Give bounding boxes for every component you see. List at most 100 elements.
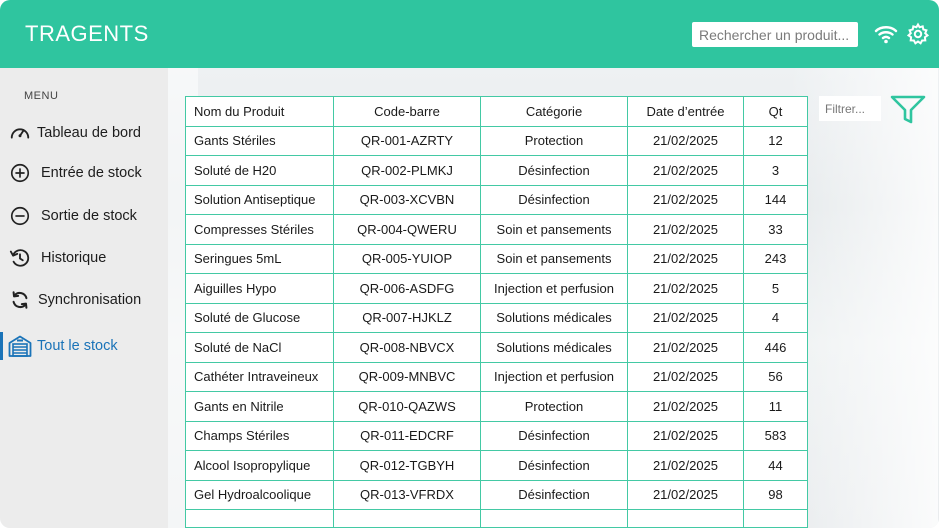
column-header-qt[interactable]: Qt (743, 96, 808, 127)
minus-circle-icon (10, 206, 30, 226)
table-row[interactable]: Cathéter Intraveineux QR-009-MNBVC Injecti… (185, 361, 808, 392)
cell-categorie: Soin et pansements (480, 214, 628, 245)
stock-table: Nom du Produit Code-barre Catégorie Date… (185, 96, 808, 528)
cell-qt: 11 (743, 391, 808, 422)
cell-date: 21/02/2025 (627, 361, 744, 392)
cell-date: 21/02/2025 (627, 214, 744, 245)
sidebar-item-tout-le-stock[interactable]: Tout le stock (0, 330, 168, 362)
cell-date: 21/02/2025 (627, 391, 744, 422)
cell-code-barre: QR-013-VFRDX (333, 479, 481, 510)
cell-date: 21/02/2025 (627, 479, 744, 510)
sidebar-item-sortie-de-stock[interactable]: Sortie de stock (0, 200, 168, 232)
table-body: Gants Stériles QR-001-AZRTY Protection 21/0… (185, 125, 808, 528)
table-row[interactable]: Soluté de H20 QR-002-PLMKJ Désinfection 21/… (185, 155, 808, 186)
cell-code-barre: QR-007-HJKLZ (333, 302, 481, 333)
filter-input[interactable] (819, 96, 881, 121)
table-row[interactable]: Soluté de Glucose QR-007-HJKLZ Solutions m… (185, 302, 808, 333)
cell-categorie: Protection (480, 125, 628, 156)
cell-date: 21/02/2025 (627, 273, 744, 304)
column-header-date[interactable]: Date d’entrée (627, 96, 744, 127)
cell-categorie: Injection et perfusion (480, 361, 628, 392)
cell-categorie: Désinfection (480, 420, 628, 451)
cell-categorie: Désinfection (480, 479, 628, 510)
cell-nom: Soluté de NaCl (185, 332, 334, 363)
cell-qt: 56 (743, 361, 808, 392)
table-row[interactable]: Alcool Isopropylique QR-012-TGBYH Désinfec… (185, 450, 808, 481)
table-row-empty (185, 509, 808, 528)
table-row[interactable]: Solution Antiseptique QR-003-XCVBN Désinfe… (185, 184, 808, 215)
cell-date: 21/02/2025 (627, 302, 744, 333)
column-header-categorie[interactable]: Catégorie (480, 96, 628, 127)
cell-qt: 3 (743, 155, 808, 186)
cell-categorie: Protection (480, 391, 628, 422)
cell-date: 21/02/2025 (627, 450, 744, 481)
sidebar-item-historique[interactable]: Historique (0, 242, 168, 274)
sidebar-item-label: Tableau de bord (37, 125, 141, 141)
sidebar: MENU Tableau de bord Entrée de stock Sor… (0, 68, 168, 528)
cell-code-barre: QR-001-AZRTY (333, 125, 481, 156)
cell-code-barre: QR-008-NBVCX (333, 332, 481, 363)
cell-code-barre: QR-004-QWERU (333, 214, 481, 245)
cell-categorie: Désinfection (480, 155, 628, 186)
cell-code-barre: QR-005-YUIOP (333, 243, 481, 274)
empty-cell (185, 509, 334, 528)
cell-date: 21/02/2025 (627, 184, 744, 215)
cell-qt: 243 (743, 243, 808, 274)
cell-categorie: Désinfection (480, 450, 628, 481)
cell-date: 21/02/2025 (627, 420, 744, 451)
empty-cell (480, 509, 628, 528)
sidebar-item-label: Sortie de stock (41, 208, 137, 224)
cell-qt: 446 (743, 332, 808, 363)
table-row[interactable]: Compresses Stériles QR-004-QWERU Soin et p… (185, 214, 808, 245)
cell-code-barre: QR-011-EDCRF (333, 420, 481, 451)
wifi-icon[interactable] (874, 22, 898, 46)
cell-date: 21/02/2025 (627, 125, 744, 156)
cell-nom: Gants Stériles (185, 125, 334, 156)
cell-qt: 144 (743, 184, 808, 215)
cell-nom: Compresses Stériles (185, 214, 334, 245)
table-row[interactable]: Champs Stériles QR-011-EDCRF Désinfection 2… (185, 420, 808, 451)
empty-cell (743, 509, 808, 528)
sidebar-item-label: Tout le stock (37, 338, 118, 354)
search-input[interactable] (692, 22, 858, 47)
cell-qt: 12 (743, 125, 808, 156)
main-content: Nom du Produit Code-barre Catégorie Date… (168, 68, 939, 528)
cell-nom: Gants en Nitrile (185, 391, 334, 422)
app-window: TRAGENTS MENU Tableau de bord (0, 0, 939, 528)
menu-label: MENU (24, 90, 59, 102)
cell-code-barre: QR-012-TGBYH (333, 450, 481, 481)
sidebar-item-tableau-de-bord[interactable]: Tableau de bord (0, 117, 168, 149)
sidebar-item-synchronisation[interactable]: Synchronisation (0, 284, 168, 316)
cell-qt: 44 (743, 450, 808, 481)
cell-date: 21/02/2025 (627, 332, 744, 363)
cell-nom: Soluté de H20 (185, 155, 334, 186)
column-header-code-barre[interactable]: Code-barre (333, 96, 481, 127)
gear-icon[interactable] (906, 22, 930, 46)
plus-circle-icon (10, 163, 30, 183)
cell-nom: Soluté de Glucose (185, 302, 334, 333)
gauge-icon (10, 128, 30, 139)
cell-code-barre: QR-002-PLMKJ (333, 155, 481, 186)
cell-date: 21/02/2025 (627, 243, 744, 274)
cell-nom: Seringues 5mL (185, 243, 334, 274)
sidebar-item-entree-de-stock[interactable]: Entrée de stock (0, 157, 168, 189)
table-row[interactable]: Gants Stériles QR-001-AZRTY Protection 21/0… (185, 125, 808, 156)
column-header-nom[interactable]: Nom du Produit (185, 96, 334, 127)
empty-cell (627, 509, 744, 528)
cell-nom: Champs Stériles (185, 420, 334, 451)
cell-code-barre: QR-006-ASDFG (333, 273, 481, 304)
table-row[interactable]: Seringues 5mL QR-005-YUIOP Soin et panseme… (185, 243, 808, 274)
table-row[interactable]: Gants en Nitrile QR-010-QAZWS Protection 21… (185, 391, 808, 422)
filter-icon[interactable] (890, 95, 926, 125)
table-row[interactable]: Gel Hydroalcoolique QR-013-VFRDX Désinfect… (185, 479, 808, 510)
table-row[interactable]: Soluté de NaCl QR-008-NBVCX Solutions médi… (185, 332, 808, 363)
top-bar: TRAGENTS (0, 0, 939, 68)
cell-categorie: Solutions médicales (480, 302, 628, 333)
cell-qt: 98 (743, 479, 808, 510)
cell-nom: Aiguilles Hypo (185, 273, 334, 304)
cell-categorie: Solutions médicales (480, 332, 628, 363)
cell-qt: 5 (743, 273, 808, 304)
table-row[interactable]: Aiguilles Hypo QR-006-ASDFG Injection et p… (185, 273, 808, 304)
cell-nom: Gel Hydroalcoolique (185, 479, 334, 510)
cell-categorie: Soin et pansements (480, 243, 628, 274)
